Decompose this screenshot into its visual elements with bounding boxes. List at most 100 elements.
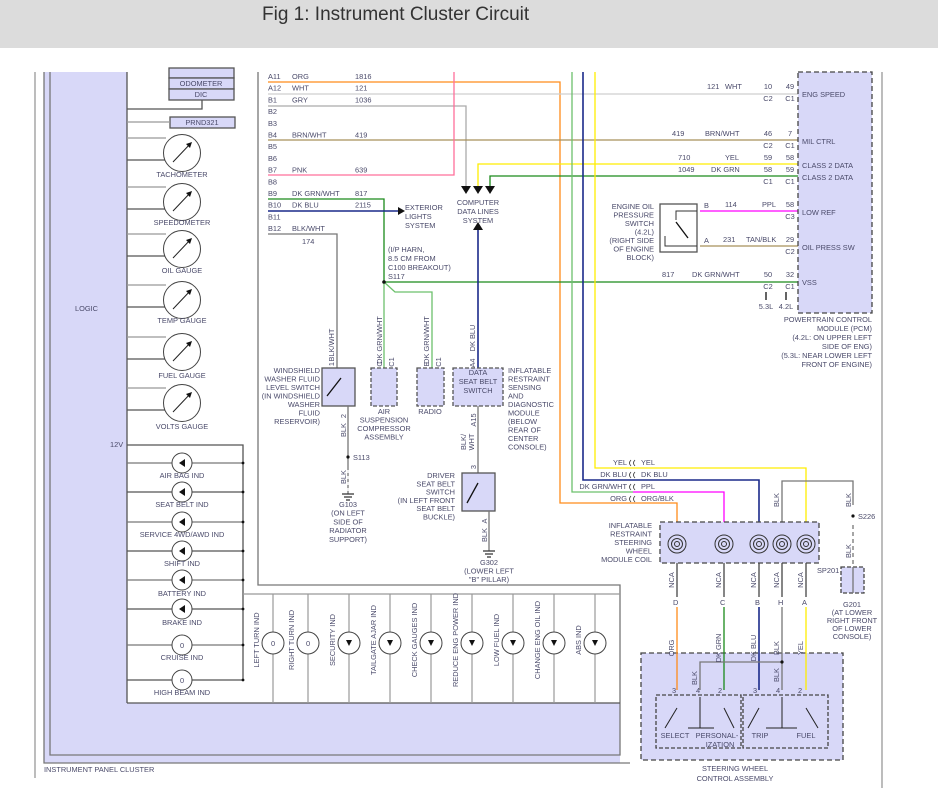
connector-pin: B7: [268, 166, 277, 175]
windshield-washer-switch: [321, 367, 356, 407]
wire-color: DK GRN: [711, 165, 740, 174]
indicator-label: REDUCE ENG POWER IND: [451, 593, 460, 687]
wire-color: DK BLU: [641, 470, 668, 479]
12v-label: 12V: [110, 440, 123, 449]
nca-label: NCA: [796, 572, 805, 588]
pcm-terminal-label: LOW REF: [802, 208, 836, 217]
circuit-number: 2115: [355, 201, 371, 210]
pcm-caption: MODULE (PCM): [817, 324, 872, 333]
dic-label: DIC: [195, 90, 208, 99]
circuit-number: 114: [725, 200, 737, 209]
switch-pin: 4: [776, 686, 780, 695]
gauge-label: SPEEDOMETER: [154, 218, 211, 227]
circuit-number: 231: [723, 235, 735, 244]
switch-pin: B: [704, 201, 709, 210]
nca-label: NCA: [772, 572, 781, 588]
indicator-label: ABS IND: [574, 625, 583, 655]
s117-label: (I/P HARN,: [388, 245, 424, 254]
indicator-label: SERVICE 4WD/AWD IND: [140, 530, 225, 539]
computer-data-lines-label: COMPUTER: [457, 198, 499, 207]
wire-color: DK GRN/WHT: [375, 316, 384, 364]
pcm-connector: C2: [763, 282, 772, 291]
indicator-label: SHIFT IND: [164, 559, 200, 568]
wire-color: DK GRN/WHT: [692, 270, 740, 279]
steering-assembly-label: CONTROL ASSEMBLY: [697, 774, 774, 783]
powertrain-control-module: [797, 71, 873, 314]
connector-pin: B9: [268, 189, 277, 198]
steering-wheel-control-assembly: [640, 652, 844, 761]
pcm-caption: POWERTRAIN CONTROL: [784, 315, 872, 324]
pcm-caption: (5.3L: NEAR LOWER LEFT: [781, 351, 872, 360]
connector-pin: B4: [268, 131, 277, 140]
indicator-label: BATTERY IND: [158, 589, 206, 598]
junction-dot: [241, 678, 245, 682]
exterior-lights-label: LIGHTS: [405, 212, 432, 221]
pcm-connector: C1: [785, 94, 794, 103]
pcm-pin: 29: [786, 235, 794, 244]
connector-pin: B12: [268, 224, 281, 233]
gauge-label: TEMP GAUGE: [157, 316, 206, 325]
switch-pin: 3: [469, 465, 478, 469]
wire-color: DK BLU: [292, 201, 319, 210]
s117-label: 8.5 CM FROM: [388, 254, 436, 263]
connector-id: C1: [387, 357, 396, 366]
connector-pin: A11: [268, 72, 281, 81]
wire-color: DK BLU: [749, 635, 758, 662]
pcm-terminal-label: CLASS 2 DATA: [802, 173, 853, 182]
indicator-label: RIGHT TURN IND: [287, 610, 296, 670]
coil-pin: H: [778, 598, 783, 607]
wire-color: BLK: [772, 668, 781, 682]
bulb-filament-icon: 0: [271, 639, 275, 648]
windshield-switch-label: RESERVOIR): [274, 417, 320, 426]
wire-color: BLK: [339, 470, 348, 484]
junction-dot: [241, 607, 245, 611]
sdm-label: CONSOLE): [508, 443, 547, 452]
wire-color: ORG: [292, 72, 309, 81]
wire-color: BRN/WHT: [292, 131, 327, 140]
pcm-pin: 58: [786, 153, 794, 162]
coil-pin: C: [720, 598, 726, 607]
wire-color: BLK: [844, 493, 853, 507]
switch-pin: 3: [672, 686, 676, 695]
switch-pin: A: [480, 518, 489, 523]
pcm-pin: 49: [786, 82, 794, 91]
wire-color: DK BLU: [600, 470, 627, 479]
inline-connector-icon: [629, 459, 636, 467]
sdm-inner-label: SEAT BELT: [459, 377, 498, 386]
pcm-connector: C1: [785, 177, 794, 186]
coil-pin: D: [673, 598, 678, 607]
circuit-number: 1049: [678, 165, 694, 174]
pcm-terminal-label: CLASS 2 DATA: [802, 161, 853, 170]
wire-color: BLK: [339, 423, 348, 437]
pcm-connector: C1: [785, 282, 794, 291]
pcm-connector: C1: [785, 141, 794, 150]
fuel-switch-label: FUEL: [797, 731, 816, 740]
junction-dot: [241, 643, 245, 647]
wire-color: PPL: [762, 200, 776, 209]
junction-dot: [241, 549, 245, 553]
wire-color: WHT: [467, 433, 476, 450]
g103-label: SIDE OF: [333, 517, 363, 526]
personalization-switch-label: IZATION: [706, 740, 735, 749]
pcm-connector: C2: [763, 141, 772, 150]
pcm-caption: SIDE OF ENG): [822, 342, 872, 351]
connector-pin: A12: [268, 84, 281, 93]
pcm-pin: 7: [788, 129, 792, 138]
g103-label: G103: [339, 500, 357, 509]
connector-pin: B2: [268, 107, 277, 116]
s117-label: C100 BREAKOUT): [388, 263, 451, 272]
bulb-filament-icon: 0: [180, 641, 184, 650]
wire-color: PPL: [641, 482, 655, 491]
inline-connector-icon: [629, 471, 636, 479]
wire-color: BRN/WHT: [705, 129, 740, 138]
exterior-lights-label: EXTERIOR: [405, 203, 443, 212]
indicator-label: LEFT TURN IND: [252, 612, 261, 667]
pcm-connector: C3: [785, 212, 794, 221]
circuit-number: 817: [355, 189, 367, 198]
circuit-number: 1816: [355, 72, 371, 81]
wire-color: DK GRN/WHT: [579, 482, 627, 491]
radio-box: [416, 367, 445, 407]
g302-label: "B" PILLAR): [469, 575, 509, 584]
circuit-number: 419: [672, 129, 684, 138]
circuit-number: 419: [355, 131, 367, 140]
